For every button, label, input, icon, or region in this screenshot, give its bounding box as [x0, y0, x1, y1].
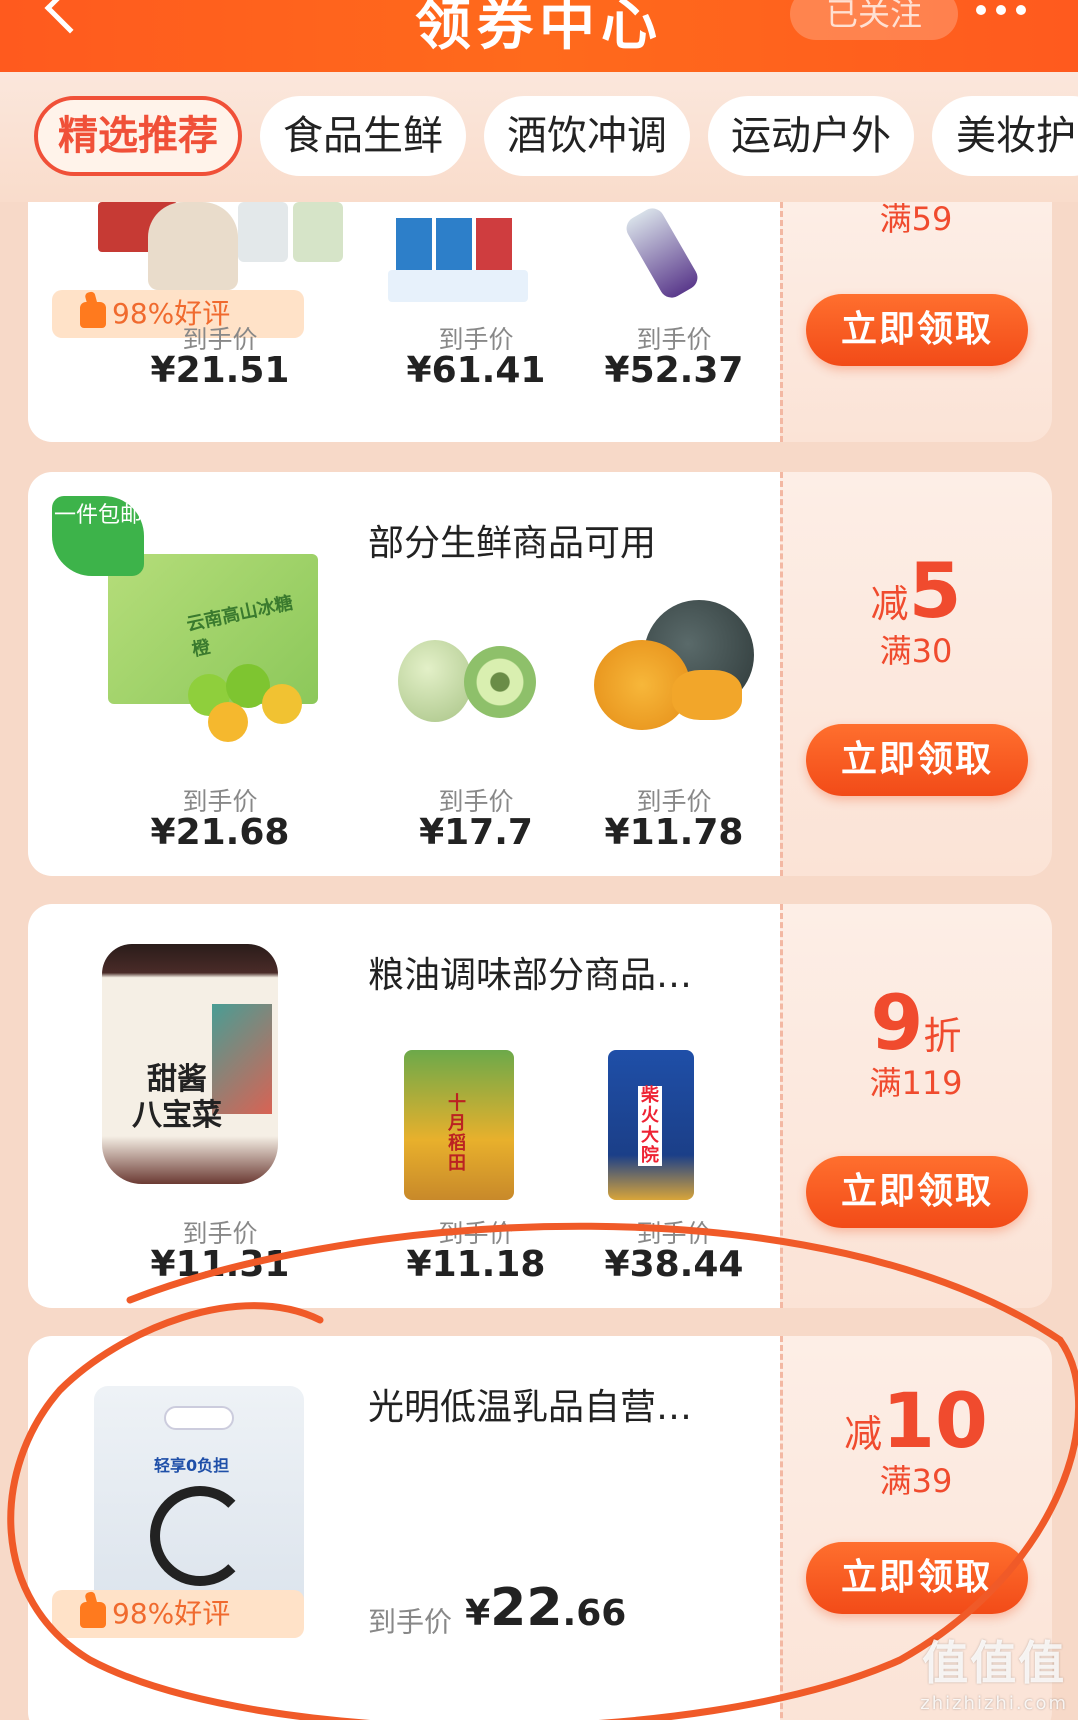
category-tabs: 精选推荐 食品生鲜 酒饮冲调 运动户外 美妆护 — [0, 72, 1078, 202]
product-image[interactable] — [594, 600, 754, 740]
product-price: ¥21.51 — [150, 350, 290, 391]
product-price: ¥11.78 — [604, 812, 744, 853]
product-image[interactable]: 柴火大院 — [608, 1050, 698, 1200]
thumbs-up-icon — [80, 1602, 106, 1628]
product-image[interactable] — [78, 202, 343, 292]
product-image[interactable]: 十月稻田 — [404, 1050, 514, 1200]
product-price: ¥52.37 — [604, 350, 744, 391]
coupon-title: 粮油调味部分商品… — [368, 955, 693, 996]
rice-bag-label: 十月稻田 — [448, 1093, 466, 1174]
tab-fresh-food[interactable]: 食品生鲜 — [260, 96, 466, 176]
single-product-price: 到手价 ¥22.66 — [368, 1578, 626, 1641]
product-image[interactable] — [388, 210, 538, 302]
claim-coupon-button[interactable]: 立即领取 — [806, 1156, 1028, 1228]
price-label: 到手价 — [368, 1605, 453, 1639]
coupon-threshold: 满59 — [879, 200, 953, 238]
discount-value: 10 — [882, 1376, 988, 1465]
coupon-title: 光明低温乳品自营… — [368, 1387, 693, 1428]
follow-button[interactable]: 已关注 — [790, 0, 958, 40]
claim-coupon-button[interactable]: 立即领取 — [806, 1542, 1028, 1614]
free-shipping-badge: 一件包邮 — [52, 496, 144, 576]
product-price: ¥17.7 — [419, 812, 533, 853]
coupon-discount: 减10 — [780, 1376, 1052, 1465]
product-image[interactable]: 甜酱 八宝菜 — [102, 944, 282, 1184]
bag-label: 轻享0负担 — [154, 1456, 230, 1475]
rice-bag-label: 柴火大院 — [638, 1086, 662, 1166]
coupon-threshold: 满39 — [879, 1462, 953, 1500]
product-price: ¥38.44 — [604, 1244, 744, 1285]
claim-coupon-button[interactable]: 立即领取 — [806, 724, 1028, 796]
discount-prefix: 减 — [844, 1412, 883, 1456]
thumbs-up-icon — [80, 302, 106, 328]
coupon-title: 部分生鲜商品可用 — [368, 523, 657, 564]
coupon-card: 98%好评 到手价 ¥21.51 到手价 ¥61.41 到手价 ¥52.37 满… — [28, 200, 1052, 442]
coupon-deal-area — [780, 472, 1052, 876]
price-integer: 22 — [490, 1578, 563, 1638]
product-price: ¥11.18 — [406, 1244, 546, 1285]
coupon-card: 部分生鲜商品可用 云南高山冰糖橙 一件包邮 到手价 ¥21.68 到手价 ¥17… — [28, 472, 1052, 876]
product-image[interactable] — [622, 204, 704, 304]
discount-value: 5 — [908, 546, 962, 635]
coupon-deal-area — [780, 904, 1052, 1308]
coupon-card: 粮油调味部分商品… 甜酱 八宝菜 十月稻田 柴火大院 到手价 ¥11.31 到手… — [28, 904, 1052, 1308]
tab-sports-outdoor[interactable]: 运动户外 — [708, 96, 914, 176]
coupon-card: 光明低温乳品自营… 轻享0负担 98%好评 到手价 ¥22.66 减10 满39… — [28, 1336, 1052, 1720]
jar-label-line-2: 八宝菜 — [132, 1098, 222, 1133]
product-price: ¥61.41 — [406, 350, 546, 391]
tab-beauty[interactable]: 美妆护 — [932, 96, 1078, 176]
watermark-logo: 值值值 — [922, 1636, 1067, 1690]
coupon-threshold: 满119 — [869, 1064, 963, 1102]
discount-value: 9 — [870, 978, 924, 1067]
coupon-discount: 9折 — [780, 978, 1052, 1067]
price-symbol: ¥ — [465, 1593, 491, 1634]
product-image[interactable] — [398, 632, 538, 732]
watermark: 值值值 zhizhizhi.com — [920, 1627, 1068, 1714]
tab-drinks[interactable]: 酒饮冲调 — [484, 96, 690, 176]
discount-prefix: 减 — [870, 582, 909, 626]
product-price: ¥11.31 — [150, 1244, 290, 1285]
claim-coupon-button[interactable]: 立即领取 — [806, 294, 1028, 366]
product-price: ¥21.68 — [150, 812, 290, 853]
coupon-threshold: 满30 — [879, 632, 953, 670]
discount-suffix: 折 — [923, 1014, 962, 1058]
tab-featured[interactable]: 精选推荐 — [34, 96, 242, 176]
coupon-discount: 减5 — [780, 546, 1052, 635]
more-options-icon[interactable] — [976, 0, 1026, 20]
watermark-url: zhizhizhi.com — [920, 1693, 1068, 1714]
top-nav-bar: 领券中心 已关注 — [0, 0, 1078, 72]
price-decimal: .66 — [562, 1593, 627, 1634]
